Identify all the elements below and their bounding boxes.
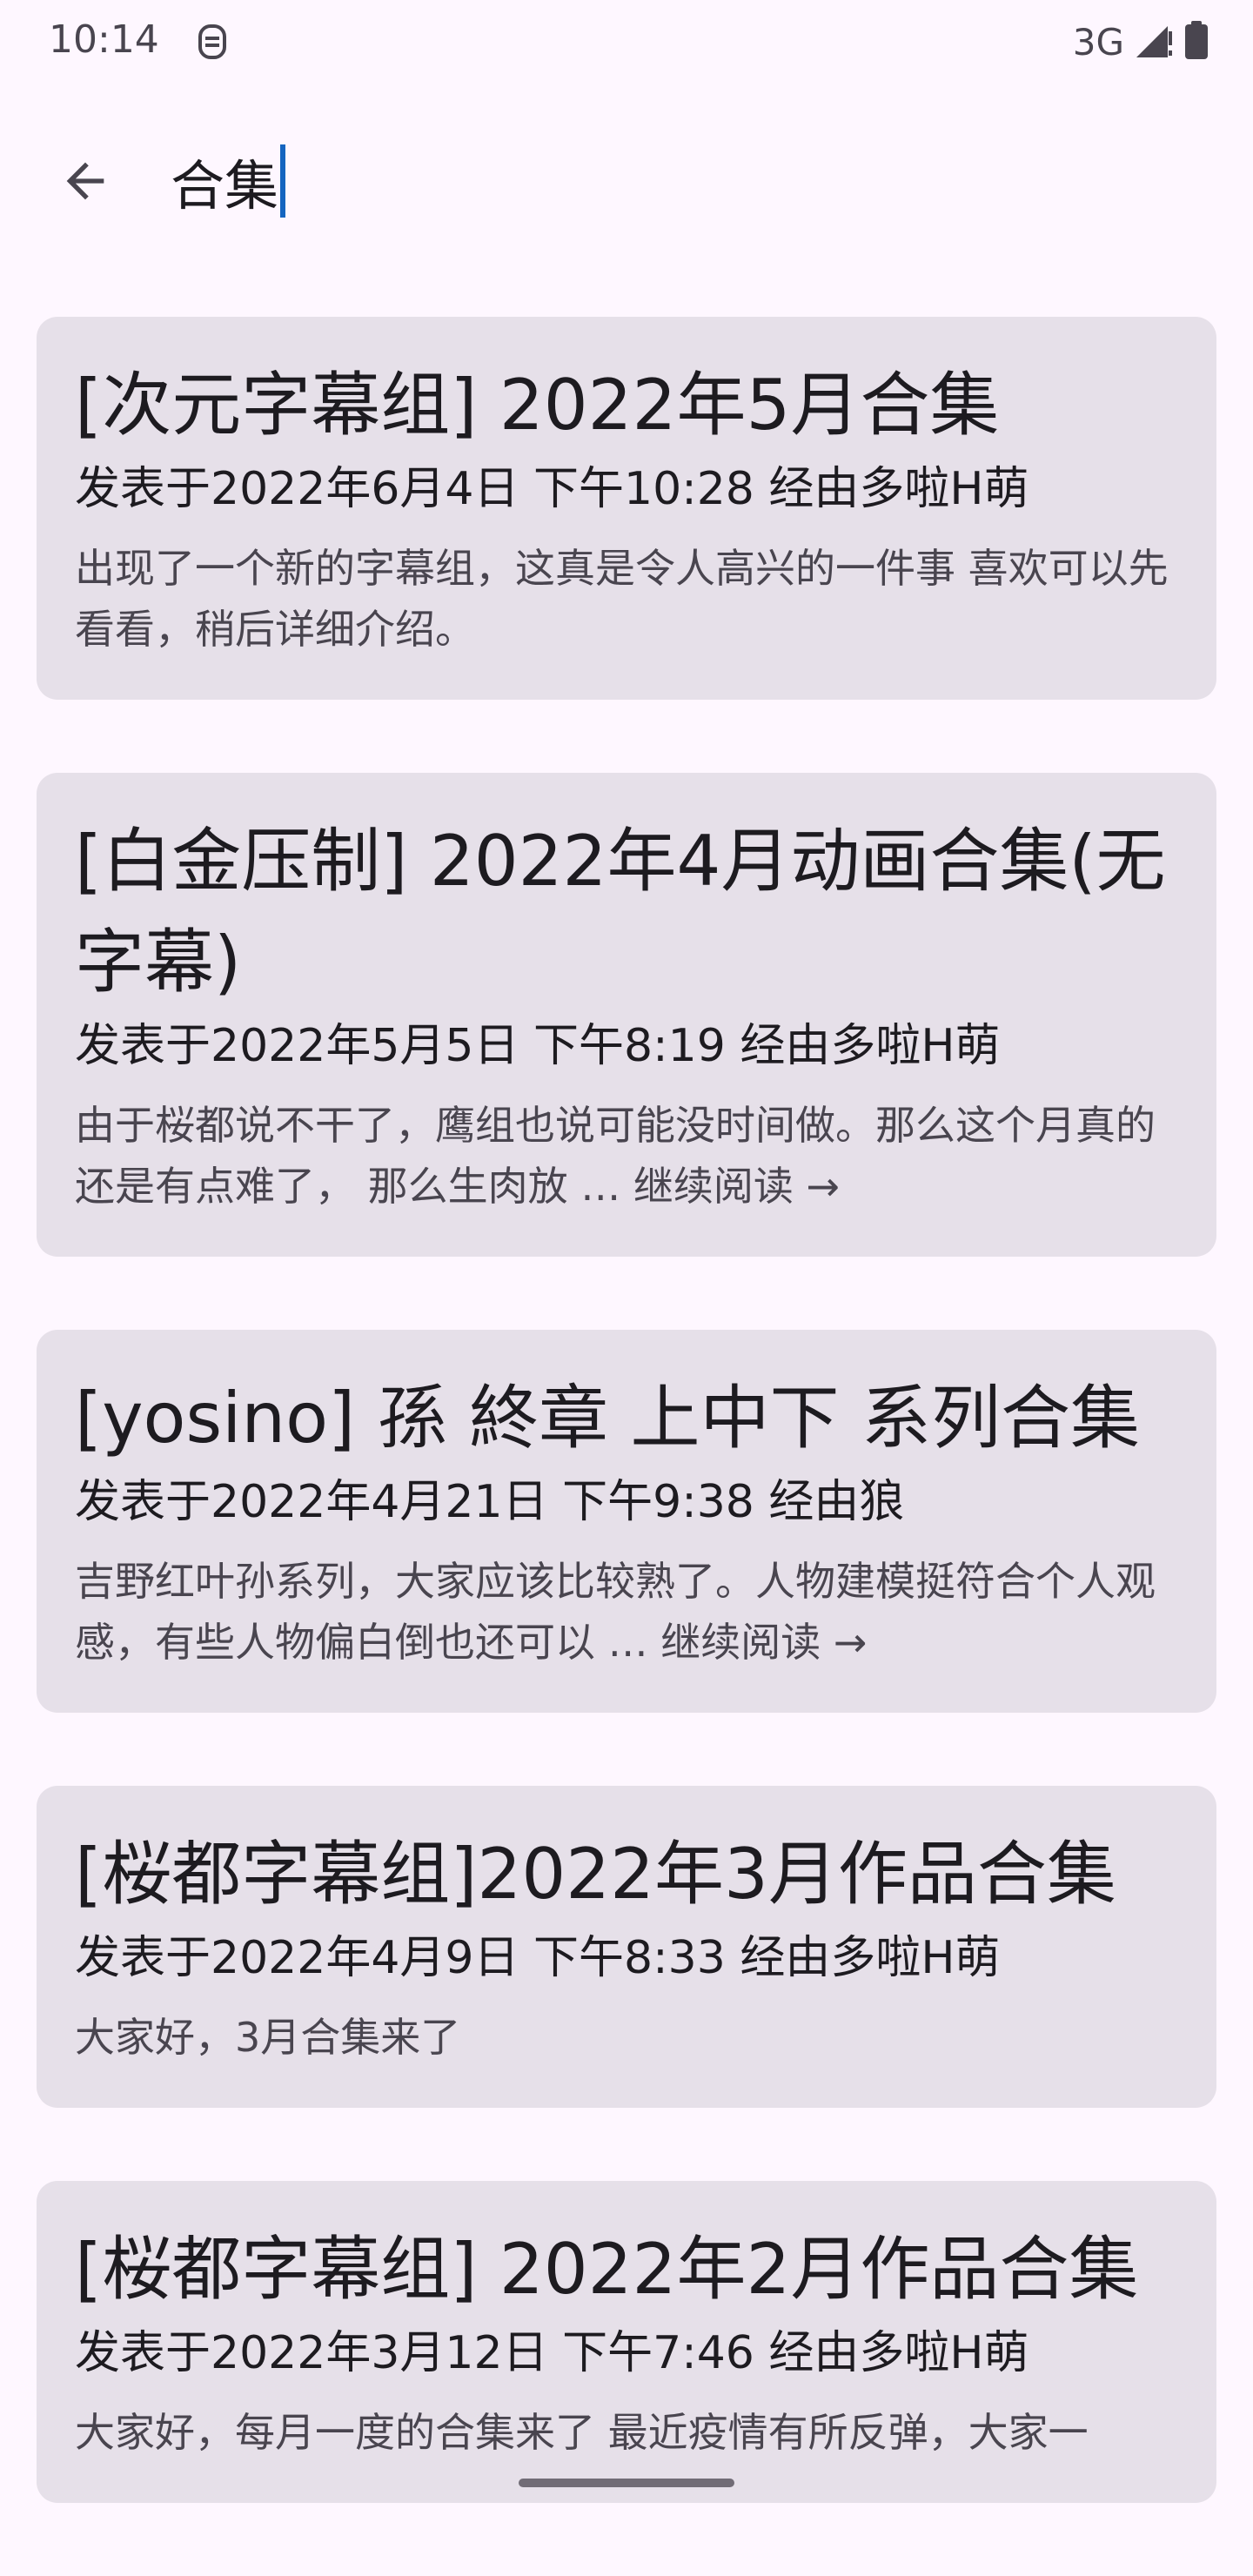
result-excerpt: 大家好，每月一度的合集来了 最近疫情有所反弹，大家一 (75, 2402, 1178, 2503)
search-results-list: [次元字幕组] 2022年5月合集 发表于2022年6月4日 下午10:28 经… (37, 317, 1216, 2576)
result-meta: 发表于2022年3月12日 下午7:46 经由多啦H萌 (75, 2327, 1029, 2379)
signal-icon (1133, 19, 1175, 64)
result-title: [白金压制] 2022年4月动画合集(无字幕) (75, 821, 1166, 1003)
result-card[interactable]: [桜都字幕组]2022年3月作品合集 发表于2022年4月9日 下午8:33 经… (37, 1786, 1216, 2108)
result-excerpt: 出现了一个新的字幕组，这真是令人高兴的一件事 喜欢可以先看看，稍后详细介绍。 (75, 538, 1178, 700)
result-excerpt: 吉野红叶孙系列，大家应该比较熟了。人物建模挺符合个人观感，有些人物偏白倒也还可以… (75, 1551, 1178, 1713)
result-excerpt: 大家好，3月合集来了 (75, 2007, 1178, 2108)
result-meta: 发表于2022年6月4日 下午10:28 经由多啦H萌 (75, 463, 1029, 515)
result-card[interactable]: [yosino] 孫 終章 上中下 系列合集 发表于2022年4月21日 下午9… (37, 1330, 1216, 1713)
battery-icon (1183, 19, 1209, 64)
arrow-back-icon (66, 162, 104, 200)
status-time: 10:14 (49, 17, 159, 62)
result-title: [桜都字幕组] 2022年2月作品合集 (75, 2229, 1139, 2310)
search-app-bar: 合集 (0, 84, 1253, 278)
result-excerpt-text: 吉野红叶孙系列，大家应该比较熟了。人物建模挺符合个人观感，有些人物偏白倒也还可以… (75, 1558, 1156, 1666)
result-title: [次元字幕组] 2022年5月合集 (75, 365, 1000, 446)
result-excerpt-text: 大家好，3月合集来了 (75, 2014, 461, 2061)
text-cursor (280, 144, 286, 218)
result-card[interactable]: [次元字幕组] 2022年5月合集 发表于2022年6月4日 下午10:28 经… (37, 317, 1216, 700)
result-card[interactable]: [桜都字幕组] 2022年2月作品合集 发表于2022年3月12日 下午7:46… (37, 2181, 1216, 2503)
back-button[interactable] (44, 139, 127, 223)
result-title: [yosino] 孫 終章 上中下 系列合集 (75, 1378, 1140, 1459)
network-type: 3G (1072, 20, 1124, 64)
result-meta: 发表于2022年4月21日 下午9:38 经由狼 (75, 1476, 905, 1528)
result-excerpt-text: 由于桜都说不干了，鹰组也说可能没时间做。那么这个月真的还是有点难了， 那么生肉放… (75, 1102, 1156, 1210)
search-input[interactable]: 合集 (171, 144, 286, 218)
continue-reading-link[interactable]: 继续阅读 → (633, 1163, 840, 1210)
gesture-navigation-bar[interactable] (519, 2479, 734, 2487)
result-excerpt-text: 出现了一个新的字幕组，这真是令人高兴的一件事 喜欢可以先看看，稍后详细介绍。 (75, 545, 1169, 653)
result-excerpt: 由于桜都说不干了，鹰组也说可能没时间做。那么这个月真的还是有点难了， 那么生肉放… (75, 1095, 1178, 1257)
notification-icon (193, 21, 231, 63)
search-query-text: 合集 (171, 154, 279, 218)
result-card[interactable]: [白金压制] 2022年4月动画合集(无字幕) 发表于2022年5月5日 下午8… (37, 773, 1216, 1257)
result-meta: 发表于2022年4月9日 下午8:33 经由多啦H萌 (75, 1932, 1001, 1984)
result-excerpt-text: 大家好，每月一度的合集来了 最近疫情有所反弹，大家一 (75, 2409, 1089, 2456)
status-bar: 10:14 3G (0, 0, 1253, 84)
continue-reading-link[interactable]: 继续阅读 → (660, 1619, 867, 1666)
result-title: [桜都字幕组]2022年3月作品合集 (75, 1834, 1116, 1915)
status-icons: 3G (1073, 17, 1209, 66)
result-meta: 发表于2022年5月5日 下午8:19 经由多啦H萌 (75, 1020, 1001, 1072)
